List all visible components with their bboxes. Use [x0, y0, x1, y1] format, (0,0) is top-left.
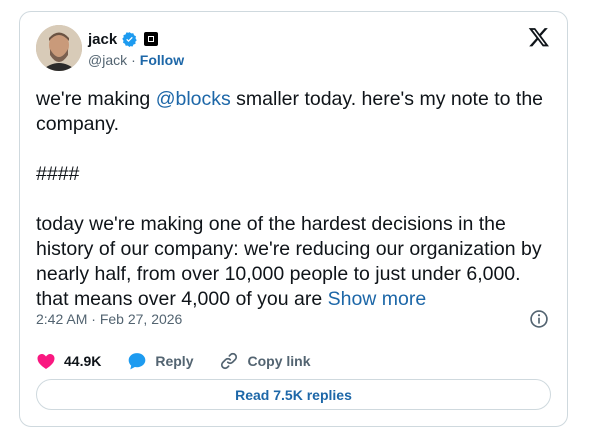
tweet-body-text: today we're making one of the hardest de…	[36, 213, 542, 310]
link-icon	[221, 352, 238, 370]
tweet-divider: ####	[36, 163, 80, 185]
x-logo-icon[interactable]	[528, 26, 550, 48]
tweet-card: jack @jack · Follow we're making @blocks…	[19, 11, 568, 427]
tweet-intro: we're making @blocks smaller today. here…	[36, 87, 551, 137]
copy-link-button[interactable]: Copy link	[219, 351, 311, 371]
reply-label: Reply	[155, 353, 194, 369]
timestamp-separator: ·	[91, 311, 96, 327]
author-handle[interactable]: @jack	[88, 52, 127, 68]
mention-link[interactable]: @blocks	[156, 88, 231, 110]
tweet-intro-text: we're making	[36, 88, 156, 110]
handle-separator: ·	[131, 52, 136, 68]
follow-button[interactable]: Follow	[140, 52, 184, 68]
avatar[interactable]	[36, 25, 82, 71]
author-name-row: jack	[88, 29, 159, 49]
reply-bubble-icon	[129, 353, 146, 370]
tweet-text: we're making @blocks smaller today. here…	[36, 87, 551, 312]
actions-row: 44.9K Reply Copy link	[36, 349, 337, 373]
timestamp: 2:42 AM · Feb 27, 2026	[36, 311, 182, 327]
reply-button[interactable]: Reply	[127, 351, 193, 371]
like-count: 44.9K	[64, 353, 102, 369]
heart-icon	[37, 354, 55, 369]
author-handle-row: @jack · Follow	[88, 52, 184, 68]
author-display-name[interactable]: jack	[88, 31, 117, 48]
copy-link-label: Copy link	[247, 353, 311, 369]
affiliate-badge-icon[interactable]	[144, 32, 159, 46]
show-more-link[interactable]: Show more	[328, 288, 427, 310]
timestamp-time[interactable]: 2:42 AM	[36, 311, 87, 327]
avatar-image	[36, 25, 82, 71]
read-replies-button[interactable]: Read 7.5K replies	[36, 379, 551, 410]
timestamp-date[interactable]: Feb 27, 2026	[100, 311, 183, 327]
like-button[interactable]: 44.9K	[36, 351, 101, 371]
info-icon[interactable]	[529, 309, 549, 329]
tweet-body: today we're making one of the hardest de…	[36, 212, 551, 312]
verified-badge-icon	[122, 31, 137, 47]
